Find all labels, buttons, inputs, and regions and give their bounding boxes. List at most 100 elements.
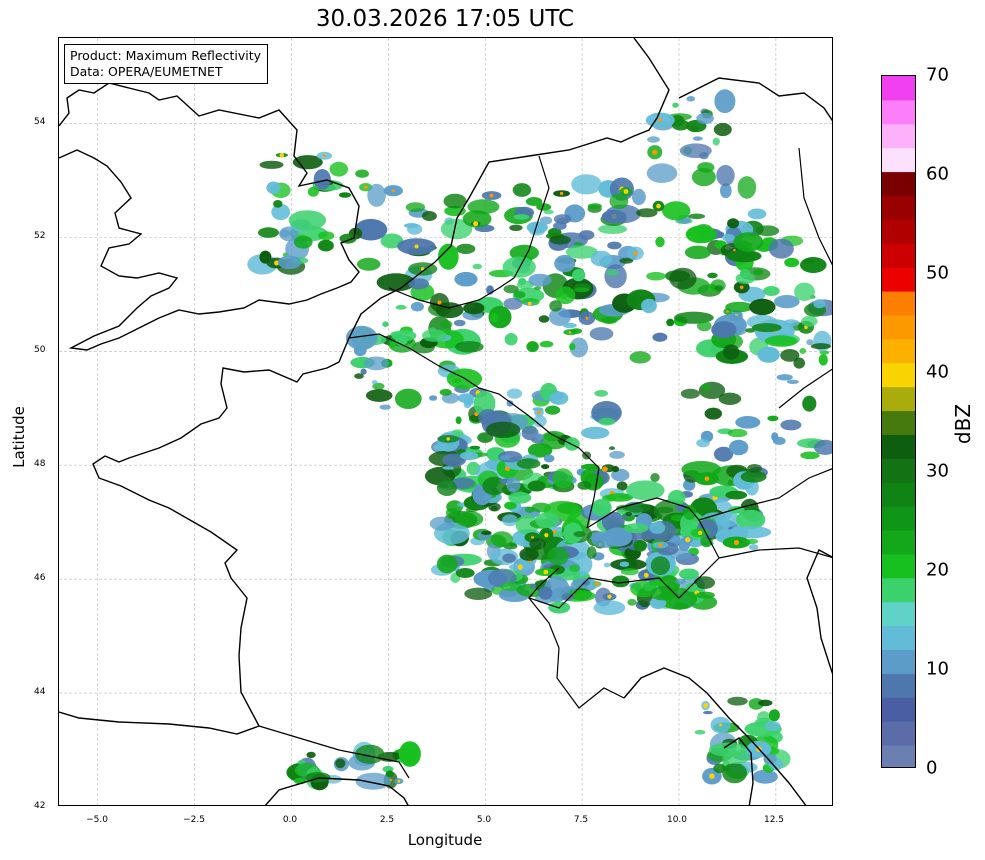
- radar-echo: [696, 438, 710, 448]
- radar-echo: [569, 343, 576, 351]
- radar-echo-core: [726, 310, 729, 313]
- radar-echo: [697, 162, 715, 173]
- radar-echo: [506, 388, 523, 399]
- radar-echo: [422, 329, 447, 342]
- radar-echo-core: [643, 572, 649, 578]
- colorbar-segment: [882, 362, 915, 388]
- radar-echo: [689, 125, 699, 133]
- radar-echo: [273, 200, 283, 208]
- radar-echo: [454, 341, 484, 353]
- radar-echo: [727, 428, 748, 438]
- radar-echo-core: [391, 189, 395, 193]
- radar-echo: [632, 188, 646, 206]
- colorbar-tick: 70: [926, 64, 949, 86]
- radar-echo-core: [633, 251, 638, 256]
- radar-echo: [538, 586, 553, 600]
- radar-echo-core: [363, 185, 368, 189]
- radar-echo: [519, 547, 539, 561]
- radar-echo: [536, 433, 544, 441]
- radar-echo: [625, 511, 633, 517]
- radar-echo: [549, 300, 562, 312]
- x-tick: 0.0: [282, 815, 298, 825]
- radar-echo: [758, 699, 773, 707]
- radar-echo: [554, 254, 576, 273]
- radar-echo: [810, 343, 832, 350]
- radar-echo: [793, 357, 805, 369]
- radar-echo: [581, 426, 610, 439]
- radar-echo: [335, 758, 346, 769]
- radar-echo: [442, 466, 455, 470]
- radar-echo: [751, 323, 782, 333]
- radar-echo: [589, 327, 614, 341]
- radar-echo: [688, 213, 706, 220]
- radar-echo-core: [594, 581, 599, 586]
- radar-echo: [307, 186, 319, 197]
- colorbar-gradient: [882, 76, 915, 767]
- radar-echo: [802, 395, 817, 412]
- radar-echo: [429, 395, 438, 401]
- radar-echo: [748, 544, 759, 551]
- radar-echo-core: [517, 564, 523, 570]
- radar-echo: [464, 587, 493, 600]
- radar-echo-core: [733, 539, 740, 546]
- radar-echo: [650, 580, 668, 587]
- radar-echo: [577, 481, 592, 490]
- border-de-pl: [798, 147, 832, 266]
- radar-echo-core: [473, 221, 479, 227]
- radar-echo: [587, 203, 602, 210]
- radar-echo: [569, 564, 580, 573]
- colorbar-segment: [882, 386, 915, 412]
- radar-echo: [547, 546, 569, 566]
- radar-echo: [552, 468, 574, 488]
- radar-echo: [733, 232, 764, 252]
- y-tick: 48: [34, 459, 46, 469]
- radar-echo: [439, 320, 453, 329]
- radar-echo: [429, 516, 455, 531]
- radar-echo: [313, 169, 331, 190]
- radar-echo: [513, 214, 530, 220]
- radar-echo: [516, 458, 541, 469]
- radar-echo: [747, 464, 762, 473]
- radar-echo: [454, 271, 478, 287]
- data-source-label: Data: OPERA/EUMETNET: [70, 64, 223, 79]
- radar-echo: [783, 319, 799, 327]
- radar-echo: [318, 231, 335, 241]
- radar-echo: [818, 354, 828, 366]
- radar-map[interactable]: [58, 37, 833, 806]
- product-label: Product: Maximum Reflectivity: [70, 48, 262, 63]
- radar-echo: [456, 243, 476, 254]
- radar-echo: [698, 381, 726, 399]
- radar-echo: [535, 512, 560, 528]
- colorbar-segment: [882, 673, 915, 698]
- radar-echo: [436, 554, 458, 574]
- radar-echo: [692, 136, 703, 141]
- radar-echo: [258, 227, 279, 238]
- radar-echo: [655, 236, 665, 248]
- radar-echo: [259, 160, 284, 169]
- colorbar-segment: [882, 123, 915, 149]
- radar-echo: [481, 530, 492, 535]
- colorbar-tick: 20: [926, 559, 949, 581]
- radar-echo: [578, 230, 595, 240]
- radar-echo: [490, 505, 498, 511]
- radar-echo: [436, 479, 458, 496]
- radar-echo-core: [739, 285, 744, 290]
- radar-echo-core: [658, 543, 663, 548]
- radar-echo: [712, 137, 720, 146]
- colorbar-segment: [882, 267, 915, 292]
- radar-echo-core: [279, 152, 285, 158]
- radar-echo: [524, 506, 535, 513]
- radar-echo: [740, 268, 751, 278]
- radar-echo: [571, 174, 602, 195]
- radar-echo-core: [531, 535, 534, 539]
- radar-echo: [317, 239, 334, 252]
- radar-echo: [355, 772, 391, 790]
- y-tick: 52: [34, 231, 46, 241]
- radar-echo: [591, 498, 612, 517]
- radar-echo: [259, 250, 272, 264]
- radar-echo: [573, 287, 590, 293]
- radar-echo: [609, 450, 625, 459]
- radar-echo: [586, 546, 597, 559]
- radar-echo: [666, 318, 675, 327]
- x-tick: −5.0: [86, 815, 108, 825]
